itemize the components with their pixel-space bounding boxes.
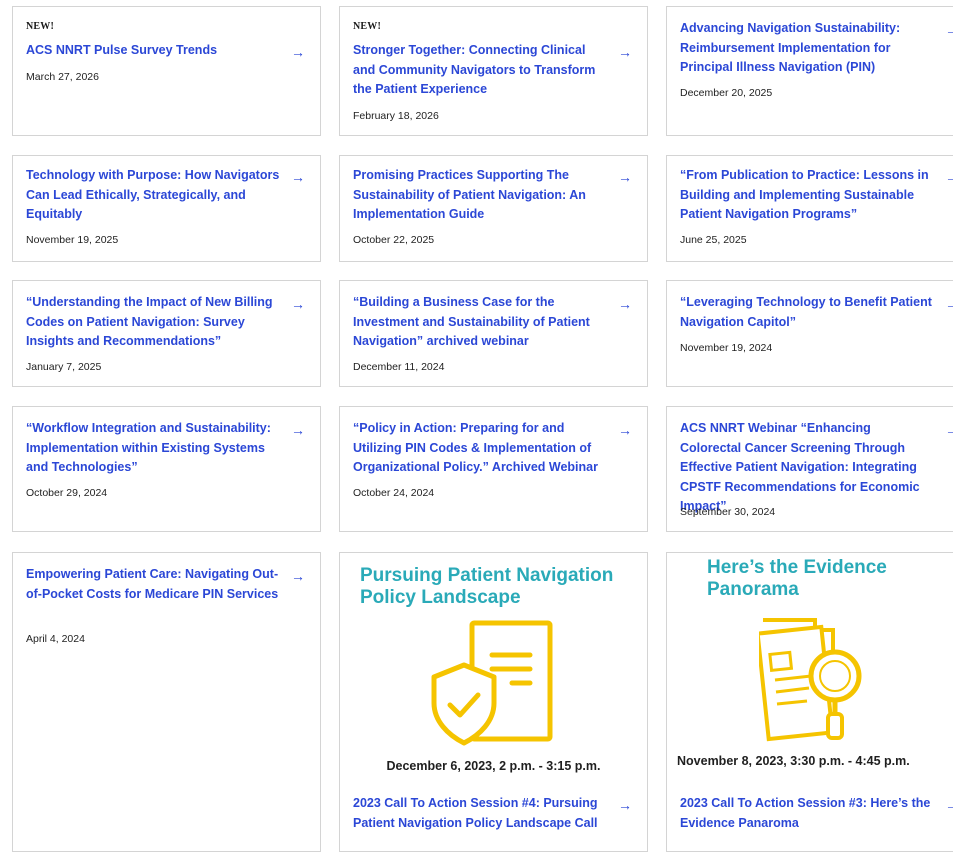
arrow-right-icon[interactable]: → [945,170,953,184]
resource-title-link[interactable]: “Leveraging Technology to Benefit Patien… [680,293,935,332]
resource-title-link[interactable]: Technology with Purpose: How Navigators … [26,166,281,225]
resource-card[interactable]: “Policy in Action: Preparing for and Uti… [339,406,648,532]
resource-date: November 19, 2025 [26,234,119,246]
resource-date: February 18, 2026 [353,110,439,122]
resource-title-link[interactable]: “Workflow Integration and Sustainability… [26,419,281,478]
resource-date: November 19, 2024 [680,342,773,354]
resource-card[interactable]: Advancing Navigation Sustainability: Rei… [666,6,953,136]
resource-date: June 25, 2025 [680,234,747,246]
resource-card[interactable]: NEW! Stronger Together: Connecting Clini… [339,6,648,136]
resource-date: December 20, 2025 [680,87,773,99]
resource-card[interactable]: “Workflow Integration and Sustainability… [12,406,321,532]
arrow-right-icon[interactable]: → [291,170,305,184]
resource-title-link[interactable]: Empowering Patient Care: Navigating Out-… [26,565,281,604]
arrow-right-icon[interactable]: → [618,798,632,812]
resource-title-link[interactable]: “Understanding the Impact of New Billing… [26,293,281,352]
resource-card[interactable]: “Leveraging Technology to Benefit Patien… [666,280,953,387]
resource-title-link[interactable]: Stronger Together: Connecting Clinical a… [353,41,608,100]
promo-heading: Here’s the Evidence Panorama [707,557,887,600]
resource-date: October 22, 2025 [353,234,435,246]
resource-card[interactable]: Promising Practices Supporting The Susta… [339,155,648,262]
resource-date: March 27, 2026 [26,71,99,83]
resource-title-link[interactable]: “From Publication to Practice: Lessons i… [680,166,935,225]
new-badge: NEW! [353,21,382,32]
arrow-right-icon[interactable]: → [618,423,632,437]
resource-card[interactable]: ACS NNRT Webinar “Enhancing Colorectal C… [666,406,953,532]
resource-date: October 24, 2024 [353,487,435,499]
arrow-right-icon[interactable]: → [618,297,632,311]
resource-date: December 11, 2024 [353,361,445,373]
resource-card[interactable]: NEW! ACS NNRT Pulse Survey Trends March … [12,6,321,136]
resource-title-link[interactable]: ACS NNRT Webinar “Enhancing Colorectal C… [680,419,935,517]
promo-heading: Pursuing Patient Navigation Policy Lands… [360,565,614,608]
arrow-right-icon[interactable]: → [618,45,632,59]
arrow-right-icon[interactable]: → [945,423,953,437]
arrow-right-icon[interactable]: → [291,423,305,437]
resource-title-link[interactable]: “Building a Business Case for the Invest… [353,293,608,352]
document-shield-check-icon [431,620,553,746]
resource-card[interactable]: “Building a Business Case for the Invest… [339,280,648,387]
resource-card[interactable]: Technology with Purpose: How Navigators … [12,155,321,262]
arrow-right-icon[interactable]: → [291,45,305,59]
event-title-link[interactable]: 2023 Call To Action Session #3: Here’s t… [680,794,935,833]
event-title-link[interactable]: 2023 Call To Action Session #4: Pursuing… [353,794,608,833]
arrow-right-icon[interactable]: → [291,297,305,311]
document-magnifier-icon [759,618,862,742]
resource-date: September 30, 2024 [680,506,776,518]
resource-card[interactable]: “From Publication to Practice: Lessons i… [666,155,953,262]
resource-title-link[interactable]: “Policy in Action: Preparing for and Uti… [353,419,608,478]
event-date: December 6, 2023, 2 p.m. - 3:15 p.m. [386,759,601,773]
resource-date: January 7, 2025 [26,361,102,373]
resource-date: October 29, 2024 [26,487,108,499]
event-promo-card[interactable]: Here’s the Evidence Panorama November 8,… [666,552,953,852]
event-promo-card[interactable]: Pursuing Patient Navigation Policy Lands… [339,552,648,852]
arrow-right-icon[interactable]: → [945,798,953,812]
arrow-right-icon[interactable]: → [291,569,305,583]
resource-title-link[interactable]: Advancing Navigation Sustainability: Rei… [680,19,935,78]
arrow-right-icon[interactable]: → [618,170,632,184]
resource-title-link[interactable]: Promising Practices Supporting The Susta… [353,166,608,225]
arrow-right-icon[interactable]: → [945,297,953,311]
resource-title-link[interactable]: ACS NNRT Pulse Survey Trends [26,41,281,61]
resource-card[interactable]: Empowering Patient Care: Navigating Out-… [12,552,321,852]
resource-card[interactable]: “Understanding the Impact of New Billing… [12,280,321,387]
arrow-right-icon[interactable]: → [945,23,953,37]
event-date: November 8, 2023, 3:30 p.m. - 4:45 p.m. [677,754,910,768]
new-badge: NEW! [26,21,55,32]
resource-date: April 4, 2024 [26,633,85,645]
